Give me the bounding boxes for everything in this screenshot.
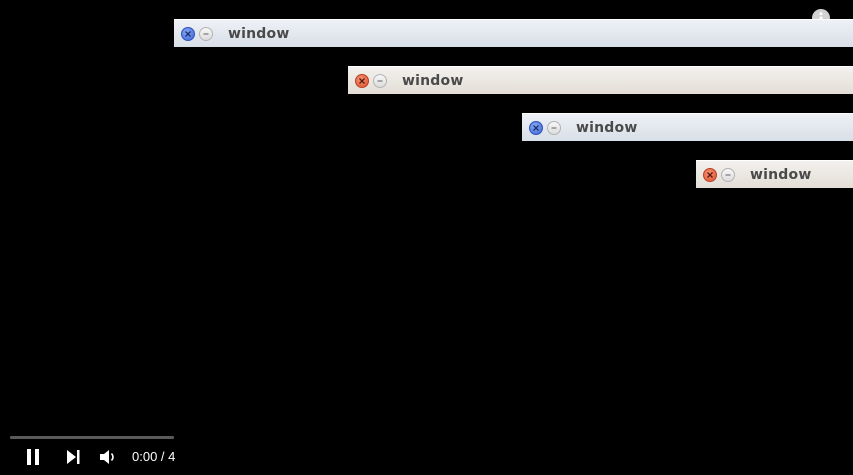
- window-titlebar-2[interactable]: window: [348, 66, 853, 94]
- minimize-icon[interactable]: [199, 26, 213, 41]
- desktop: window window window window 0:00 / 4: [0, 0, 853, 475]
- window-title: window: [750, 166, 812, 183]
- time-display: 0:00 / 4: [132, 449, 176, 464]
- media-controls: 0:00 / 4: [0, 430, 176, 475]
- pause-icon[interactable]: [26, 447, 40, 467]
- window-title: window: [576, 119, 638, 136]
- minimize-icon[interactable]: [547, 120, 561, 135]
- skip-next-icon[interactable]: [66, 447, 81, 467]
- minimize-icon[interactable]: [373, 73, 387, 88]
- close-icon[interactable]: [181, 26, 195, 41]
- window-title: window: [228, 25, 290, 42]
- window-titlebar-4[interactable]: window: [696, 160, 853, 188]
- close-icon[interactable]: [703, 167, 717, 182]
- window-titlebar-1[interactable]: window: [174, 19, 853, 47]
- minimize-icon[interactable]: [721, 167, 735, 182]
- window-title: window: [402, 72, 464, 89]
- progress-bar[interactable]: [10, 436, 174, 439]
- window-titlebar-3[interactable]: window: [522, 113, 853, 141]
- close-icon[interactable]: [355, 73, 369, 88]
- volume-icon[interactable]: [99, 447, 117, 467]
- close-icon[interactable]: [529, 120, 543, 135]
